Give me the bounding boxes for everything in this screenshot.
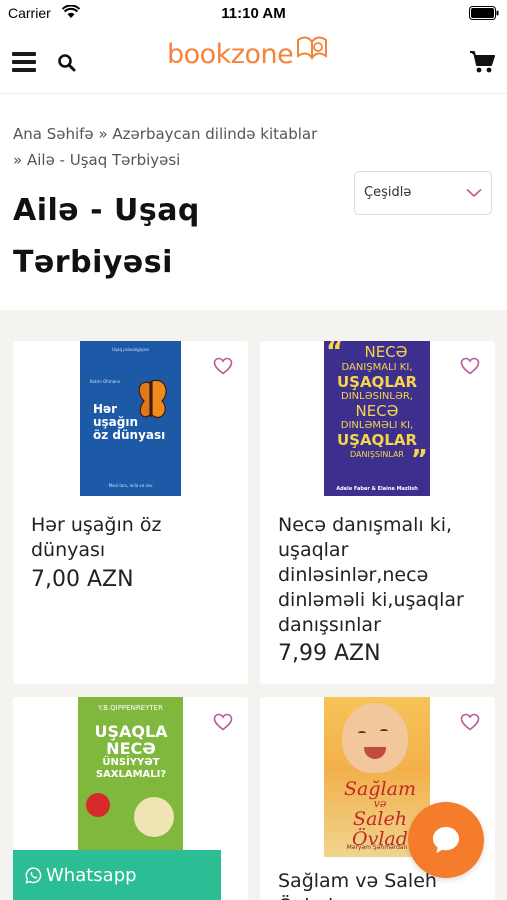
heart-icon[interactable] [213, 357, 233, 375]
cover-title: Hər uşağın öz dünyası [93, 402, 166, 442]
product-card[interactable]: Uşaq psixologiyası Katrin Ohmann Hər uşa… [13, 341, 248, 684]
cover-author: Katrin Ohmann [90, 379, 121, 384]
logo-text: bookzone [167, 38, 294, 70]
whatsapp-button[interactable]: Whatsapp [13, 850, 221, 900]
cover-badge [86, 793, 110, 817]
chevron-down-icon [466, 188, 482, 198]
cover-subtitle: Məni tanı, anla və sev [108, 483, 153, 488]
cart-icon[interactable] [469, 50, 495, 74]
product-price: 7,00 AZN [31, 567, 134, 592]
menu-icon[interactable] [12, 52, 36, 72]
heart-icon[interactable] [460, 713, 480, 731]
cover-authors: Adele Faber & Elaine Mazlish [336, 486, 418, 492]
sort-label: Çeşidlə [364, 185, 412, 200]
product-title[interactable]: Necə danışmalı ki, uşaqlar dinləsinlər,n… [278, 513, 483, 638]
sort-dropdown[interactable]: Çeşidlə [354, 171, 492, 215]
breadcrumb-separator: » [98, 125, 108, 143]
search-icon[interactable] [57, 53, 77, 73]
battery-icon [469, 6, 499, 20]
chat-bubble-icon [433, 827, 459, 853]
breadcrumb-azerbaijani-books[interactable]: Azərbaycan dilində kitablar [112, 125, 317, 143]
product-title[interactable]: Hər uşağın öz dünyası [31, 513, 236, 563]
heart-icon[interactable] [460, 357, 480, 375]
product-price: 7,99 AZN [278, 641, 381, 666]
breadcrumb: Ana Səhifə » Azərbaycan dilində kitablar… [13, 121, 373, 173]
cover-author: Y.B.QIPPENREYTER [98, 704, 163, 712]
breadcrumb-separator: » [13, 151, 23, 169]
quote-mark: ” [410, 445, 428, 475]
whatsapp-label: Whatsapp [46, 864, 137, 886]
product-card[interactable]: “ NECƏ DANIŞMALI KI, UŞAQLAR DINLƏSINLƏR… [260, 341, 495, 684]
app-header: bookzone [0, 26, 507, 94]
cover-illustration [134, 797, 174, 837]
heart-icon[interactable] [213, 713, 233, 731]
breadcrumb-home[interactable]: Ana Səhifə [13, 125, 94, 143]
cover-publisher: Uşaq psixologiyası [112, 347, 149, 352]
category-header: Ana Səhifə » Azərbaycan dilində kitablar… [0, 95, 507, 310]
status-bar: Carrier 11:10 AM [0, 0, 507, 26]
book-logo-icon [297, 36, 328, 60]
book-cover[interactable]: Uşaq psixologiyası Katrin Ohmann Hər uşa… [80, 341, 181, 496]
chat-button[interactable] [408, 802, 484, 878]
clock: 11:10 AM [221, 5, 286, 22]
book-cover[interactable]: “ NECƏ DANIŞMALI KI, UŞAQLAR DINLƏSINLƏR… [324, 341, 430, 496]
page-title: Ailə - Uşaq Tərbiyəsi [13, 193, 200, 280]
book-cover[interactable]: Y.B.QIPPENREYTER UŞAQLA NECƏ ÜNSİYYƏT SA… [78, 697, 183, 857]
cover-title: UŞAQLA NECƏ ÜNSİYYƏT SAXLAMALI? [94, 722, 168, 780]
breadcrumb-current[interactable]: Ailə - Uşaq Tərbiyəsi [27, 151, 180, 169]
bookzone-logo[interactable]: bookzone [167, 34, 329, 74]
cover-title: NECƏ DANIŞMALI KI, UŞAQLAR DINLƏSINLƏR, … [336, 343, 418, 459]
baby-illustration [342, 703, 408, 773]
whatsapp-icon [25, 866, 42, 884]
